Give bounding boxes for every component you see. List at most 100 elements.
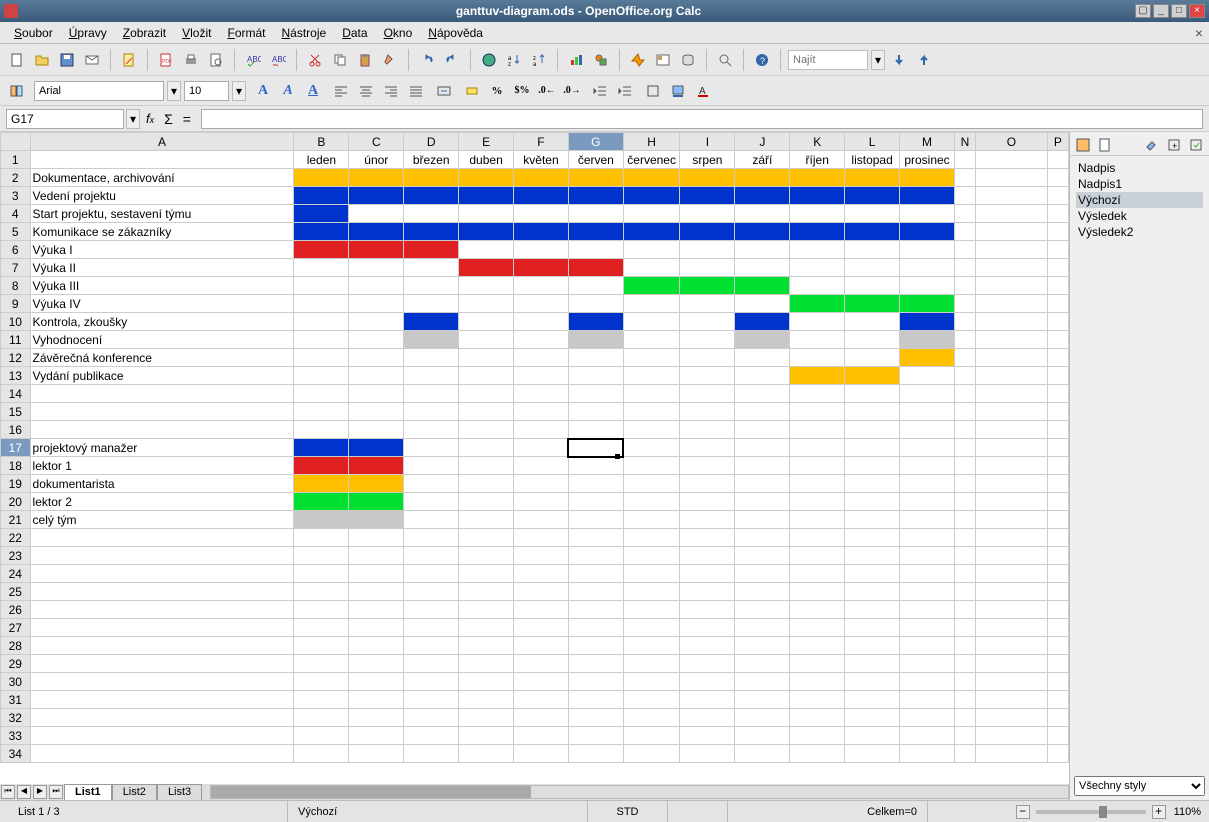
new-doc-icon[interactable] — [6, 49, 28, 71]
row-header-5[interactable]: 5 — [1, 223, 31, 241]
cell-10-O[interactable] — [976, 313, 1048, 331]
bold-icon[interactable]: A — [252, 80, 274, 102]
cell-33-O[interactable] — [976, 727, 1048, 745]
cell-4-A[interactable]: Start projektu, sestavení týmu — [30, 205, 294, 223]
col-header-J[interactable]: J — [735, 133, 790, 151]
cell-3-J[interactable] — [735, 187, 790, 205]
cell-18-N[interactable] — [954, 457, 975, 475]
cell-27-E[interactable] — [459, 619, 514, 637]
cell-21-I[interactable] — [680, 511, 735, 529]
cell-3-N[interactable] — [954, 187, 975, 205]
cell-31-H[interactable] — [623, 691, 680, 709]
cell-6-A[interactable]: Výuka I — [30, 241, 294, 259]
cell-9-P[interactable] — [1047, 295, 1068, 313]
tab-next-icon[interactable]: ▶ — [33, 785, 47, 799]
cell-14-J[interactable] — [735, 385, 790, 403]
cell-5-J[interactable] — [735, 223, 790, 241]
cell-11-D[interactable] — [404, 331, 459, 349]
cell-8-A[interactable]: Výuka III — [30, 277, 294, 295]
cell-31-K[interactable] — [790, 691, 845, 709]
cell-26-L[interactable] — [845, 601, 900, 619]
col-header-I[interactable]: I — [680, 133, 735, 151]
cell-3-C[interactable] — [349, 187, 404, 205]
copy-icon[interactable] — [329, 49, 351, 71]
cell-28-I[interactable] — [680, 637, 735, 655]
cell-2-B[interactable] — [294, 169, 349, 187]
cell-22-A[interactable] — [30, 529, 294, 547]
cell-9-B[interactable] — [294, 295, 349, 313]
cell-24-A[interactable] — [30, 565, 294, 583]
cell-17-G[interactable] — [568, 439, 623, 457]
cell-31-E[interactable] — [459, 691, 514, 709]
window-close-button[interactable]: × — [1189, 4, 1205, 18]
cell-32-O[interactable] — [976, 709, 1048, 727]
styles-icon[interactable] — [6, 80, 28, 102]
hyperlink-icon[interactable] — [478, 49, 500, 71]
chart-icon[interactable] — [565, 49, 587, 71]
cell-11-O[interactable] — [976, 331, 1048, 349]
cell-25-C[interactable] — [349, 583, 404, 601]
tab-first-icon[interactable]: ⏮ — [1, 785, 15, 799]
cell-1-O[interactable] — [976, 151, 1048, 169]
cell-24-M[interactable] — [900, 565, 955, 583]
cell-1-L[interactable]: listopad — [845, 151, 900, 169]
cell-1-B[interactable]: leden — [294, 151, 349, 169]
cell-28-K[interactable] — [790, 637, 845, 655]
cell-34-P[interactable] — [1047, 745, 1068, 763]
cell-18-D[interactable] — [404, 457, 459, 475]
col-header-D[interactable]: D — [404, 133, 459, 151]
col-header-F[interactable]: F — [514, 133, 569, 151]
cell-32-H[interactable] — [623, 709, 680, 727]
cell-2-I[interactable] — [680, 169, 735, 187]
cell-34-E[interactable] — [459, 745, 514, 763]
row-header-32[interactable]: 32 — [1, 709, 31, 727]
cell-11-L[interactable] — [845, 331, 900, 349]
cell-28-H[interactable] — [623, 637, 680, 655]
cell-10-C[interactable] — [349, 313, 404, 331]
find-input[interactable] — [788, 50, 868, 70]
row-header-10[interactable]: 10 — [1, 313, 31, 331]
cell-21-M[interactable] — [900, 511, 955, 529]
cell-24-L[interactable] — [845, 565, 900, 583]
cell-12-B[interactable] — [294, 349, 349, 367]
cell-25-P[interactable] — [1047, 583, 1068, 601]
font-name-input[interactable] — [34, 81, 164, 101]
cell-5-B[interactable] — [294, 223, 349, 241]
cell-11-E[interactable] — [459, 331, 514, 349]
cell-28-D[interactable] — [404, 637, 459, 655]
cell-12-J[interactable] — [735, 349, 790, 367]
cell-2-D[interactable] — [404, 169, 459, 187]
row-header-24[interactable]: 24 — [1, 565, 31, 583]
merge-cells-icon[interactable] — [433, 80, 455, 102]
cell-26-K[interactable] — [790, 601, 845, 619]
cell-22-E[interactable] — [459, 529, 514, 547]
cell-27-B[interactable] — [294, 619, 349, 637]
cell-32-F[interactable] — [514, 709, 569, 727]
zoom-level[interactable]: 110% — [1174, 806, 1201, 818]
cell-15-N[interactable] — [954, 403, 975, 421]
style-item[interactable]: Nadpis — [1076, 160, 1203, 176]
cell-21-B[interactable] — [294, 511, 349, 529]
cell-12-G[interactable] — [568, 349, 623, 367]
cell-23-L[interactable] — [845, 547, 900, 565]
cell-30-P[interactable] — [1047, 673, 1068, 691]
style-item[interactable]: Výsledek — [1076, 208, 1203, 224]
cell-11-C[interactable] — [349, 331, 404, 349]
cell-31-L[interactable] — [845, 691, 900, 709]
cell-30-I[interactable] — [680, 673, 735, 691]
document-close-button[interactable]: × — [1195, 25, 1203, 41]
cell-28-P[interactable] — [1047, 637, 1068, 655]
cell-32-C[interactable] — [349, 709, 404, 727]
cell-16-L[interactable] — [845, 421, 900, 439]
cell-27-L[interactable] — [845, 619, 900, 637]
find-dropdown-icon[interactable]: ▾ — [871, 50, 885, 70]
cell-3-I[interactable] — [680, 187, 735, 205]
sheet-tab-2[interactable]: List2 — [112, 784, 157, 800]
cell-20-I[interactable] — [680, 493, 735, 511]
find-prev-icon[interactable] — [913, 49, 935, 71]
cell-7-I[interactable] — [680, 259, 735, 277]
cell-21-K[interactable] — [790, 511, 845, 529]
cell-28-J[interactable] — [735, 637, 790, 655]
cell-18-P[interactable] — [1047, 457, 1068, 475]
cell-21-N[interactable] — [954, 511, 975, 529]
